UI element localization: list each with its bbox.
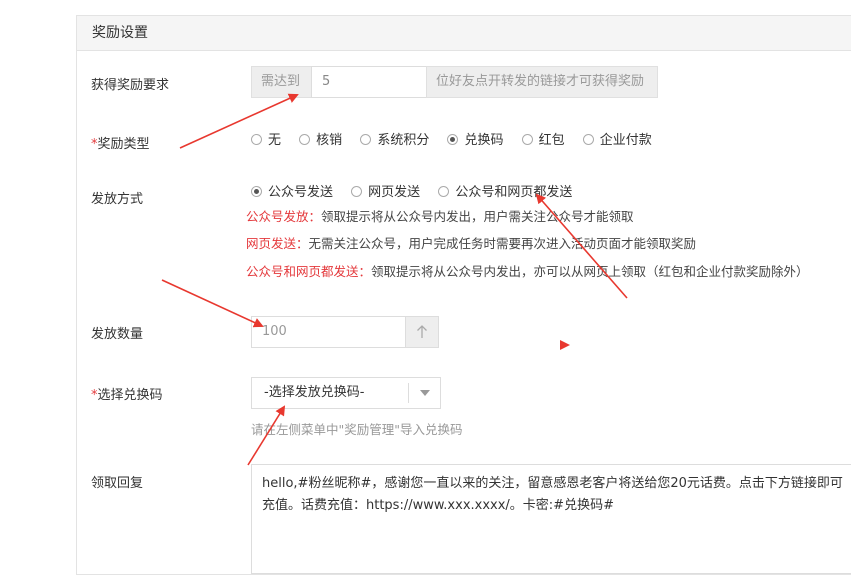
radio-reward-code[interactable]: 兑换码: [447, 129, 503, 148]
arrow-up-icon: [417, 325, 427, 338]
radio-reward-none[interactable]: 无: [251, 129, 281, 148]
delivery-radio-group: 公众号发送 网页发送 公众号和网页都发送: [251, 181, 586, 200]
radio-delivery-both[interactable]: 公众号和网页都发送: [438, 181, 572, 200]
quantity-increment-button[interactable]: [405, 316, 439, 348]
note-title: 公众号和网页都发送：: [246, 264, 372, 279]
code-select-hint: 请在左侧菜单中"奖励管理"导入兑换码: [251, 422, 463, 437]
reward-type-label: *奖励类型: [91, 133, 150, 152]
requirement-prefix: 需达到: [251, 66, 312, 98]
radio-label: 无: [268, 133, 282, 148]
quantity-label: 发放数量: [91, 327, 144, 342]
chevron-down-icon: [420, 390, 430, 396]
reply-textarea[interactable]: hello,#粉丝昵称#，感谢您一直以来的关注，留意感恩老客户将送给您20元话费…: [251, 464, 851, 574]
radio-circle-icon: [299, 134, 311, 145]
radio-label: 兑换码: [464, 133, 504, 148]
radio-circle-icon: [438, 186, 450, 197]
radio-reward-points[interactable]: 系统积分: [360, 129, 429, 148]
reward-type-radio-group: 无 核销 系统积分 兑换码 红包 企业付款: [251, 129, 666, 148]
radio-label: 企业付款: [599, 133, 652, 148]
note-text: 领取提示将从公众号内发出，亦可以从网页上领取（红包和企业付款奖励除外）: [371, 264, 809, 279]
code-select-label: *选择兑换码: [91, 384, 163, 403]
radio-circle-icon: [360, 134, 372, 145]
select-value: -选择发放兑换码-: [264, 385, 365, 400]
radio-label: 核销: [316, 133, 343, 148]
requirement-label: 获得奖励要求: [91, 78, 170, 93]
reply-label: 领取回复: [91, 476, 144, 491]
radio-reward-writeoff[interactable]: 核销: [299, 129, 342, 148]
radio-label: 红包: [538, 133, 565, 148]
redeem-code-select[interactable]: -选择发放兑换码-: [251, 377, 441, 409]
radio-label: 公众号发送: [268, 185, 334, 200]
radio-circle-icon: [251, 134, 262, 145]
radio-checked-icon: [447, 134, 459, 145]
note-text: 无需关注公众号，用户完成任务时需要再次进入活动页面才能领取奖励: [308, 236, 697, 251]
quantity-input[interactable]: 100: [251, 316, 406, 348]
radio-label: 系统积分: [377, 133, 430, 148]
delivery-note-official: 公众号发放：领取提示将从公众号内发出，用户需关注公众号才能领取: [246, 206, 634, 225]
radio-checked-icon: [251, 186, 262, 197]
note-text: 领取提示将从公众号内发出，用户需关注公众号才能领取: [321, 209, 634, 224]
delivery-note-both: 公众号和网页都发送：领取提示将从公众号内发出，亦可以从网页上领取（红包和企业付款…: [246, 261, 809, 280]
note-title: 公众号发放：: [246, 209, 322, 224]
radio-circle-icon: [582, 134, 594, 145]
radio-reward-redpacket[interactable]: 红包: [521, 129, 565, 148]
radio-label: 公众号和网页都发送: [455, 185, 573, 200]
delivery-label: 发放方式: [91, 192, 144, 207]
delivery-note-web: 网页发送：无需关注公众号，用户完成任务时需要再次进入活动页面才能领取奖励: [246, 233, 696, 252]
radio-circle-icon: [521, 134, 533, 145]
friend-count-input[interactable]: 5: [311, 66, 427, 98]
requirement-suffix: 位好友点开转发的链接才可获得奖励: [426, 66, 658, 98]
radio-delivery-web[interactable]: 网页发送: [351, 181, 420, 200]
radio-label: 网页发送: [368, 185, 421, 200]
radio-reward-payment[interactable]: 企业付款: [582, 129, 652, 148]
code-select-label-text: 选择兑换码: [97, 388, 163, 403]
note-title: 网页发送：: [246, 236, 309, 251]
radio-circle-icon: [351, 186, 363, 197]
select-divider: [408, 383, 409, 403]
radio-delivery-official[interactable]: 公众号发送: [251, 181, 333, 200]
panel-title: 奖励设置: [77, 16, 851, 51]
reward-type-label-text: 奖励类型: [97, 137, 150, 152]
